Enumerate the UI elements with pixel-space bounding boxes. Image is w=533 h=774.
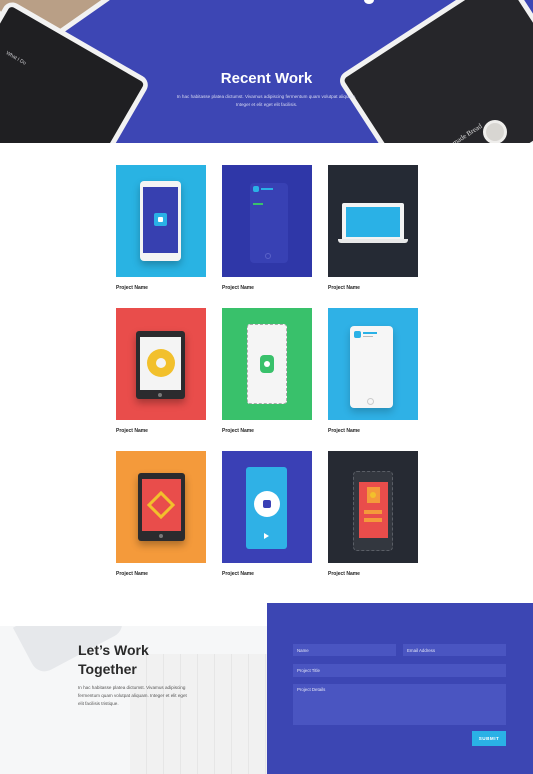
contact-description: In hac habitasse platea dictumst. Vivamu… xyxy=(78,685,187,706)
hero-right-tablet-label: Homemade Bread xyxy=(436,122,484,143)
project-card-9[interactable]: Project Name xyxy=(328,451,418,577)
contact-title-line1: Let’s Work xyxy=(78,642,149,658)
project-thumbnail-1[interactable] xyxy=(116,165,206,277)
project-card-6[interactable]: Project Name xyxy=(328,308,418,434)
submit-button[interactable]: SUBMIT xyxy=(472,731,506,746)
hero-decor-dot xyxy=(364,0,374,4)
laptop-icon xyxy=(342,203,404,239)
phone-icon xyxy=(140,181,181,261)
project-card-3[interactable]: Project Name xyxy=(328,165,418,291)
phone-icon xyxy=(353,471,393,551)
project-name[interactable]: Project Name xyxy=(328,285,360,291)
project-name[interactable]: Project Name xyxy=(222,571,254,577)
project-name[interactable]: Project Name xyxy=(328,571,360,577)
hero-title: Recent Work xyxy=(220,70,313,87)
project-thumbnail-5[interactable] xyxy=(222,308,312,420)
project-thumbnail-6[interactable] xyxy=(328,308,418,420)
project-card-2[interactable]: Project Name xyxy=(222,165,312,291)
tablet-icon xyxy=(136,331,185,399)
project-name[interactable]: Project Name xyxy=(222,428,254,434)
play-icon xyxy=(264,533,269,539)
contact-title-line2: Together xyxy=(78,661,137,677)
phone-icon xyxy=(250,183,288,263)
hero-description: In hac habitasse platea dictumst. Vivamu… xyxy=(176,94,357,107)
project-thumbnail-3[interactable] xyxy=(328,165,418,277)
project-title-field[interactable] xyxy=(293,664,506,677)
project-name[interactable]: Project Name xyxy=(328,428,360,434)
phone-icon xyxy=(247,324,287,404)
email-field[interactable] xyxy=(403,644,506,656)
hero-left-tablet-label: What I Do xyxy=(4,50,27,67)
project-card-5[interactable]: Project Name xyxy=(222,308,312,434)
hero-section: What I Do Homemade Bread Recent Work In … xyxy=(0,0,533,143)
project-name[interactable]: Project Name xyxy=(116,428,148,434)
project-name[interactable]: Project Name xyxy=(116,285,148,291)
project-card-1[interactable]: Project Name xyxy=(116,165,206,291)
project-name[interactable]: Project Name xyxy=(222,285,254,291)
contact-title: Let’s Work Together xyxy=(78,641,228,679)
project-thumbnail-7[interactable] xyxy=(116,451,206,563)
project-card-7[interactable]: Project Name xyxy=(116,451,206,577)
project-thumbnail-4[interactable] xyxy=(116,308,206,420)
project-name[interactable]: Project Name xyxy=(116,571,148,577)
project-thumbnail-2[interactable] xyxy=(222,165,312,277)
contact-form: SUBMIT xyxy=(267,603,533,774)
project-card-4[interactable]: Project Name xyxy=(116,308,206,434)
phone-icon xyxy=(246,467,287,549)
project-thumbnail-8[interactable] xyxy=(222,451,312,563)
project-card-8[interactable]: Project Name xyxy=(222,451,312,577)
name-field[interactable] xyxy=(293,644,396,656)
project-details-field[interactable] xyxy=(293,684,506,725)
phone-icon xyxy=(350,326,393,408)
project-thumbnail-9[interactable] xyxy=(328,451,418,563)
tablet-icon xyxy=(138,473,185,541)
coffee-cup-icon xyxy=(483,120,507,143)
